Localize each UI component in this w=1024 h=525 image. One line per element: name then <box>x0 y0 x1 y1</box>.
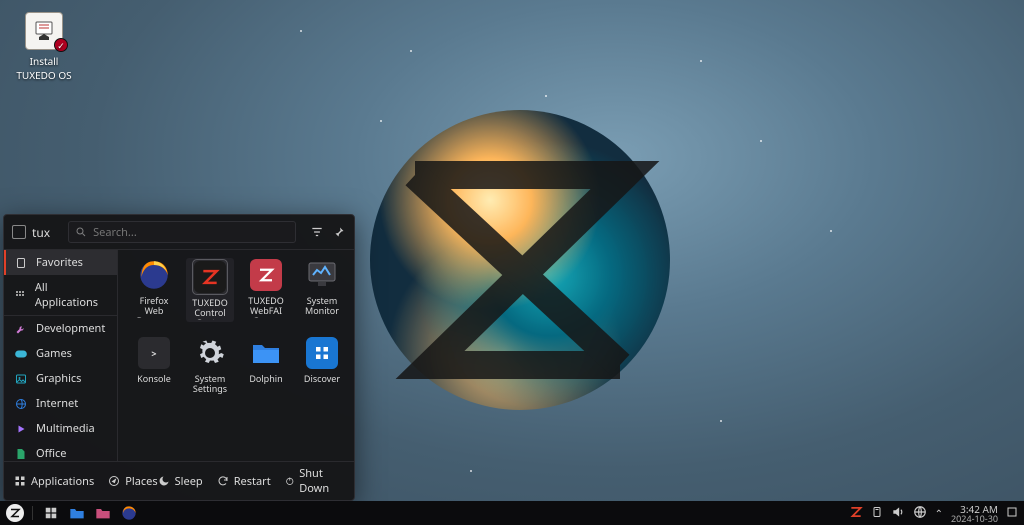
sidebar-item-graphics[interactable]: Graphics <box>4 366 117 391</box>
wallpaper-nebula <box>370 110 670 410</box>
tray-volume-icon[interactable] <box>891 505 905 522</box>
installer-badge-icon <box>54 38 68 52</box>
sidebar-item-all-applications[interactable]: All Applications <box>4 275 117 316</box>
sidebar-label: Multimedia <box>36 421 95 436</box>
sidebar-label: Internet <box>36 396 78 411</box>
sidebar-label: Development <box>36 321 105 336</box>
app-label: Discover <box>304 374 340 384</box>
username-label: tux <box>32 224 50 241</box>
sidebar-item-internet[interactable]: Internet <box>4 391 117 416</box>
restart-icon <box>217 475 229 487</box>
app-tuxedo-webfai-crea-[interactable]: TUXEDO WebFAI Crea... <box>242 258 290 322</box>
app-system-settings[interactable]: System Settings <box>186 336 234 394</box>
footer-restart[interactable]: Restart <box>217 466 271 496</box>
monitor-icon <box>305 258 339 292</box>
sidebar-item-office[interactable]: Office <box>4 441 117 461</box>
tray-show-desktop-icon[interactable] <box>1006 506 1018 521</box>
app-konsole[interactable]: > Konsole <box>130 336 178 394</box>
filter-icon[interactable] <box>310 225 324 239</box>
sidebar-item-favorites[interactable]: Favorites <box>4 250 117 275</box>
gamepad-icon <box>14 347 28 361</box>
app-label: TUXEDO Control Center <box>186 298 234 320</box>
taskbar-files2-icon[interactable] <box>93 504 113 522</box>
sidebar-label: Office <box>36 446 66 461</box>
sidebar-label: Games <box>36 346 72 361</box>
user-avatar-icon <box>12 225 26 239</box>
app-label: System Monitor <box>298 296 346 316</box>
launcher-sidebar: Favorites All Applications Development Ga… <box>4 250 118 461</box>
app-label: Firefox Web Browser <box>130 296 178 318</box>
taskbar-separator <box>32 506 33 520</box>
taskbar-clock[interactable]: 3:42 AM 2024-10-30 <box>951 504 998 523</box>
clock-date: 2024-10-30 <box>951 514 998 523</box>
taskbar-firefox-icon[interactable] <box>119 504 139 522</box>
folder-icon <box>249 336 283 370</box>
tuxedo-rose-icon <box>249 258 283 292</box>
sidebar-label: All Applications <box>35 280 107 310</box>
power-icon <box>285 475 295 487</box>
launcher-header: tux <box>4 215 354 250</box>
app-label: System Settings <box>186 374 234 394</box>
app-firefox-web-browser[interactable]: Firefox Web Browser <box>130 258 178 322</box>
app-label: Konsole <box>137 374 171 384</box>
search-input[interactable] <box>68 221 296 243</box>
tray-network-icon[interactable] <box>913 505 927 522</box>
all-apps-icon <box>14 288 27 302</box>
footer-applications[interactable]: Applications <box>14 474 94 489</box>
settings-icon <box>193 336 227 370</box>
sidebar-label: Favorites <box>36 255 83 270</box>
footer-places[interactable]: Places <box>108 474 157 489</box>
app-system-monitor[interactable]: System Monitor <box>298 258 346 322</box>
app-discover[interactable]: Discover <box>298 336 346 394</box>
taskbar-files-icon[interactable] <box>67 504 87 522</box>
app-dolphin[interactable]: Dolphin <box>242 336 290 394</box>
tray-chevron-icon[interactable]: ⌃ <box>935 506 943 520</box>
tray-tuxedo-icon[interactable] <box>849 505 863 522</box>
image-icon <box>14 372 28 386</box>
globe-icon <box>14 397 28 411</box>
app-tuxedo-control-center[interactable]: TUXEDO Control Center <box>186 258 234 322</box>
tray-clipboard-icon[interactable] <box>871 505 883 522</box>
desktop-icon-install-tuxedo[interactable]: Install TUXEDO OS <box>14 12 74 82</box>
search-icon <box>75 226 87 238</box>
discover-icon <box>305 336 339 370</box>
terminal-icon: > <box>137 336 171 370</box>
sidebar-item-development[interactable]: Development <box>4 316 117 341</box>
search-field[interactable] <box>93 225 289 240</box>
wrench-icon <box>14 322 28 336</box>
sidebar-item-multimedia[interactable]: Multimedia <box>4 416 117 441</box>
doc-icon <box>14 447 28 461</box>
sidebar-label: Graphics <box>36 371 81 386</box>
favorites-pane: Firefox Web Browser TUXEDO Control Center… <box>118 250 354 461</box>
tuxedo-red-icon <box>193 260 227 294</box>
grid-icon <box>14 475 26 487</box>
taskbar: ⌃ 3:42 AM 2024-10-30 <box>0 501 1024 525</box>
desktop-icon-label: Install TUXEDO OS <box>14 54 74 82</box>
footer-sleep[interactable]: Sleep <box>158 466 203 496</box>
favorites-icon <box>14 256 28 270</box>
media-icon <box>14 422 28 436</box>
sidebar-item-games[interactable]: Games <box>4 341 117 366</box>
compass-icon <box>108 475 120 487</box>
launcher-footer: Applications Places Sleep Restart Shut D… <box>4 461 354 500</box>
app-label: TUXEDO WebFAI Crea... <box>242 296 290 318</box>
start-button[interactable] <box>6 504 24 522</box>
taskbar-dashboard-icon[interactable] <box>41 504 61 522</box>
firefox-icon <box>137 258 171 292</box>
footer-shutdown[interactable]: Shut Down <box>285 466 344 496</box>
pin-icon[interactable] <box>332 225 346 239</box>
application-launcher: tux Favorites All Applications Developme… <box>3 214 355 501</box>
moon-icon <box>158 475 170 487</box>
app-label: Dolphin <box>249 374 282 384</box>
